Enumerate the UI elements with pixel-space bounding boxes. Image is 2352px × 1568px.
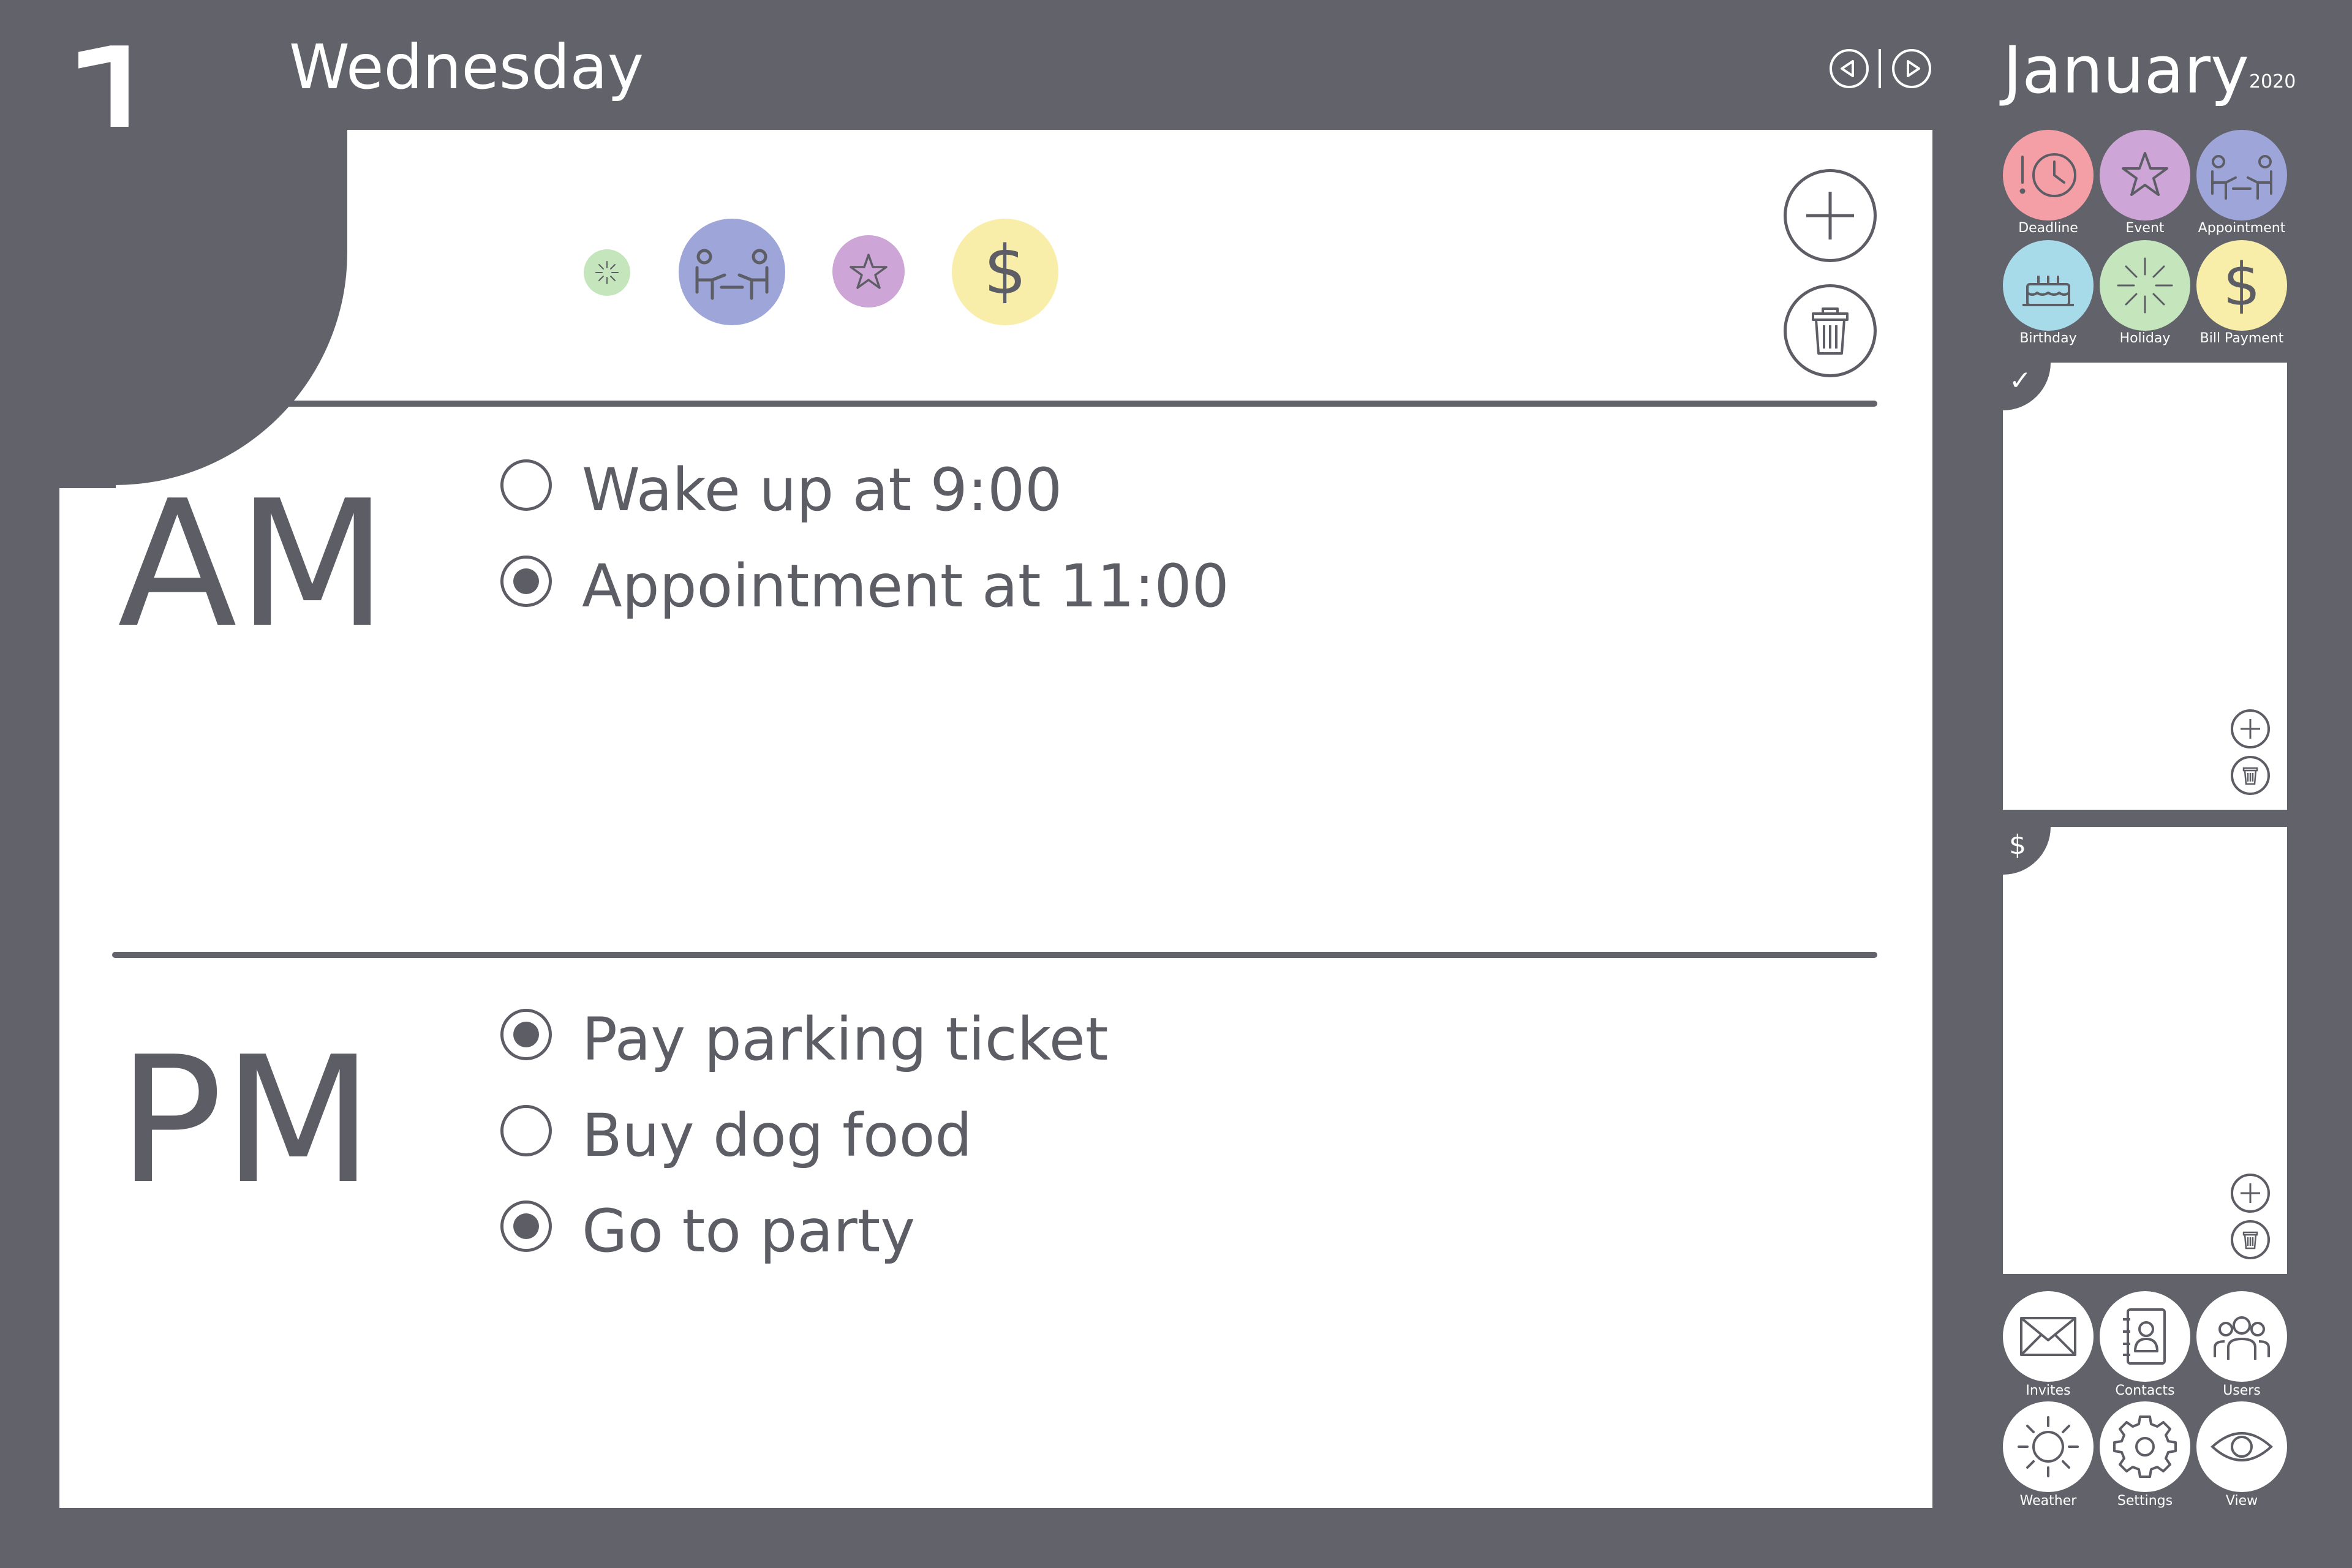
weather-button[interactable] [2003,1401,2094,1492]
dollar-icon: $ [2223,251,2260,319]
task-checkbox[interactable] [500,1105,552,1156]
dollar-icon: $ [2009,829,2026,861]
month-title: January [2003,32,2249,108]
bill-payment-category-bubble[interactable]: $ [952,219,1058,325]
view-button[interactable] [2196,1401,2287,1492]
app-label: Contacts [2115,1383,2175,1398]
contacts-button[interactable] [2100,1291,2190,1382]
sun-icon [2018,1416,2079,1477]
trash-icon [2242,767,2258,785]
dollar-icon: $ [984,231,1027,309]
birthday-category-button[interactable] [2003,240,2094,331]
envelope-icon [2020,1317,2076,1356]
task-checkbox-checked[interactable] [500,556,552,607]
weekday-title: Wednesday [289,31,644,103]
trash-icon [1812,307,1849,355]
add-task-button[interactable] [1784,169,1877,262]
event-category-bubble[interactable] [832,235,905,307]
day-corner-tab [56,127,347,485]
cake-icon [2022,276,2074,306]
meeting-icon [2211,155,2272,200]
panel-tab: ✓ [2003,363,2051,410]
fireworks-icon [595,261,619,284]
task-item[interactable]: Go to party [500,1194,1725,1274]
appointment-category-button[interactable] [2196,130,2287,221]
bill-payment-category-button[interactable]: $ [2196,240,2287,331]
settings-button[interactable] [2100,1401,2190,1492]
meeting-icon [695,249,769,300]
category-legend: Deadline Event Appointment Birthday Holi… [2003,130,2287,350]
app-label: View [2225,1493,2258,1509]
task-text: Go to party [582,1197,916,1265]
day-panel: $ AM Wake up at 9:00 Appointment at 11:0… [56,127,1932,1508]
am-label: AM [118,463,388,666]
holiday-category-button[interactable] [2100,240,2190,331]
task-text: Appointment at 11:00 [582,552,1229,620]
eye-icon [2211,1432,2273,1461]
plus-icon [1806,192,1854,239]
task-text: Pay parking ticket [582,1005,1109,1074]
fireworks-icon [2117,257,2173,314]
task-text: Wake up at 9:00 [582,456,1063,524]
task-item[interactable]: Appointment at 11:00 [500,549,1725,629]
nav-separator [1879,49,1881,88]
previous-day-button[interactable] [1830,49,1869,88]
task-checkbox-checked[interactable] [500,1200,552,1252]
clock-alert-icon [2019,153,2076,197]
legend-label: Birthday [2019,331,2077,346]
app-grid: Invites Contacts Users Weather Settings … [2003,1291,2287,1512]
task-item[interactable]: Buy dog food [500,1099,1725,1178]
payments-panel: $ [2003,827,2287,1274]
app-label: Settings [2117,1493,2173,1509]
invites-button[interactable] [2003,1291,2094,1382]
add-payment-button[interactable] [2231,1174,2270,1213]
completed-tasks-panel: ✓ [2003,363,2287,810]
year-label: 2020 [2249,71,2296,92]
gear-icon [2113,1415,2177,1478]
pm-label: PM [118,1019,374,1223]
am-divider [112,401,1877,407]
deadline-category-button[interactable] [2003,130,2094,221]
plus-icon [2241,719,2260,739]
users-icon [2214,1316,2270,1360]
trash-icon [2242,1231,2258,1250]
holiday-category-bubble[interactable] [584,249,630,296]
add-completed-button[interactable] [2231,709,2270,748]
legend-label: Appointment [2198,221,2286,236]
delete-payment-button[interactable] [2231,1220,2270,1259]
appointment-category-bubble[interactable] [679,219,785,325]
plus-icon [2241,1183,2260,1203]
task-checkbox-checked[interactable] [500,1009,552,1060]
contacts-book-icon [2123,1308,2166,1365]
app-label: Invites [2026,1383,2071,1398]
task-text: Buy dog food [582,1101,973,1170]
task-item[interactable]: Wake up at 9:00 [500,453,1725,533]
checkmark-icon: ✓ [2009,365,2032,396]
legend-label: Event [2125,221,2165,236]
legend-label: Deadline [2018,221,2078,236]
next-day-button[interactable] [1892,49,1931,88]
legend-label: Holiday [2119,331,2171,346]
star-icon [850,254,888,289]
triangle-right-circle-icon [1907,60,1920,77]
pm-divider [112,952,1877,958]
star-icon [2122,152,2168,196]
task-item[interactable]: Pay parking ticket [500,1003,1725,1082]
panel-tab: $ [2003,827,2051,875]
legend-label: Bill Payment [2199,331,2284,346]
app-label: Weather [2019,1493,2077,1509]
delete-completed-button[interactable] [2231,756,2270,795]
svg-text:$: $ [2223,251,2260,319]
svg-text:$: $ [984,231,1027,309]
triangle-left-circle-icon [1841,60,1854,77]
users-button[interactable] [2196,1291,2287,1382]
delete-task-button[interactable] [1784,284,1877,377]
app-label: Users [2223,1383,2261,1398]
event-category-button[interactable] [2100,130,2190,221]
task-checkbox[interactable] [500,459,552,511]
